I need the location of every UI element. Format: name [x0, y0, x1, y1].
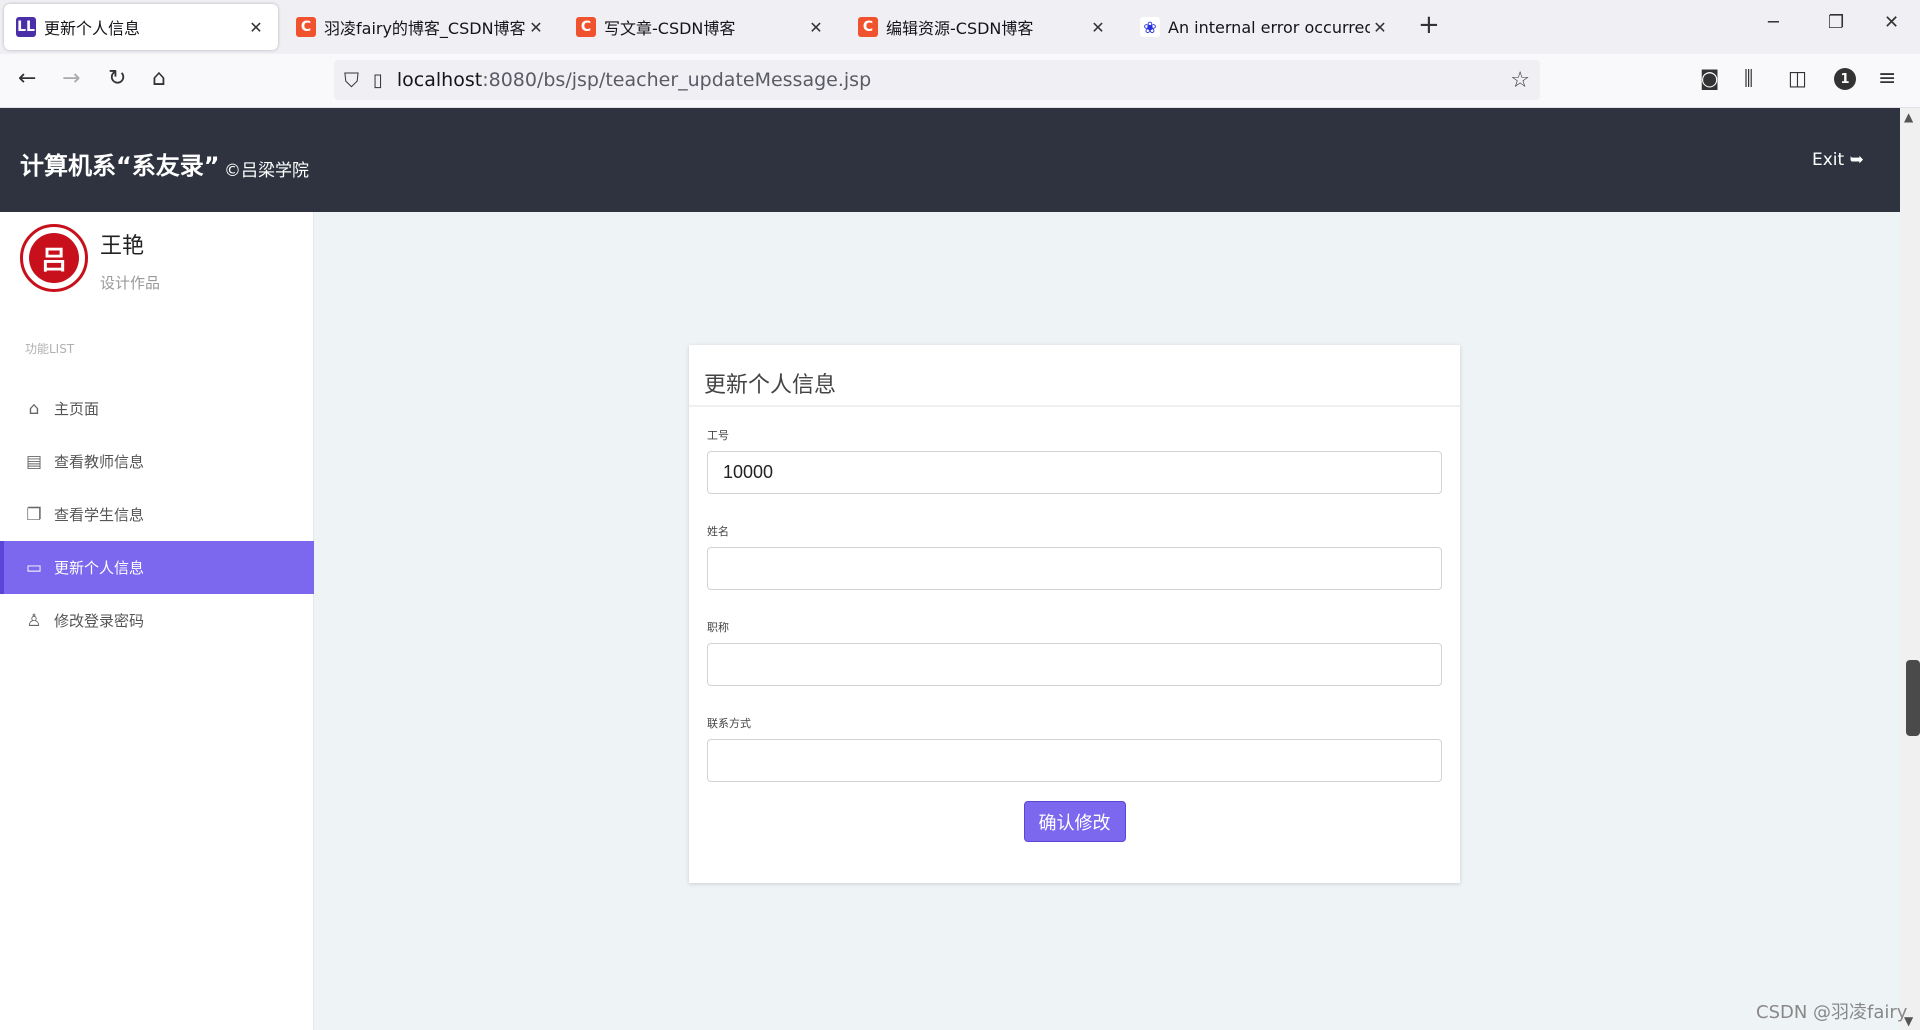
browser-tab-strip: LL 更新个人信息 ✕ C 羽凌fairy的博客_CSDN博客-计 ✕ C 写文…	[0, 0, 1920, 54]
minimize-icon[interactable]: ─	[1768, 12, 1779, 33]
browser-toolbar: ← → ↻ ⌂ ⛉ ▯ localhost:8080/bs/jsp/teache…	[0, 54, 1920, 108]
university-logo-icon: 吕	[29, 233, 79, 283]
sign-out-icon: ➥	[1849, 150, 1864, 170]
menu-icon[interactable]: ≡	[1878, 66, 1896, 91]
library-icon[interactable]: ⫼	[1744, 66, 1753, 90]
sidebar-item-label: 主页面	[54, 400, 100, 418]
close-icon[interactable]: ✕	[1370, 18, 1390, 37]
tab-title: 写文章-CSDN博客	[604, 19, 736, 38]
bookmark-star-icon[interactable]: ☆	[1510, 68, 1530, 93]
close-icon[interactable]: ✕	[806, 18, 826, 37]
sidebar-item-student-info[interactable]: ❐ 查看学生信息	[0, 488, 314, 541]
tab-internal-error[interactable]: ❀ An internal error occurred du ✕	[1128, 4, 1402, 50]
forward-arrow-icon[interactable]: →	[62, 66, 80, 91]
close-icon[interactable]: ✕	[1088, 18, 1108, 37]
user-icon: ♙	[26, 610, 42, 631]
tab-update-info[interactable]: LL 更新个人信息 ✕	[4, 4, 278, 50]
csdn-icon: C	[858, 17, 878, 37]
name-input[interactable]	[707, 547, 1442, 590]
tab-title: 更新个人信息	[44, 19, 141, 38]
card-title: 更新个人信息	[689, 345, 1460, 407]
employee-id-label: 工号	[707, 429, 729, 442]
job-title-input[interactable]	[707, 643, 1442, 686]
sidebar: 吕 王艳 设计作品 功能LIST ⌂ 主页面 ▤ 查看教师信息 ❐ 查看学生信息…	[0, 212, 314, 1030]
window-close-icon[interactable]: ✕	[1884, 12, 1899, 33]
tab-edit-resource[interactable]: C 编辑资源-CSDN博客 ✕	[846, 4, 1120, 50]
profile-badge-icon[interactable]: 1	[1834, 68, 1856, 90]
app-header: 计算机系“系友录” ©吕梁学院 Exit ➥	[0, 108, 1900, 212]
scroll-up-icon[interactable]: ▲	[1904, 110, 1913, 124]
home-icon: ⌂	[28, 398, 40, 419]
sidebar-item-label: 查看学生信息	[54, 506, 145, 524]
job-title-label: 职称	[707, 621, 729, 634]
name-label: 姓名	[707, 525, 729, 538]
exit-button[interactable]: Exit ➥	[1812, 150, 1864, 170]
cards-icon: ❐	[26, 504, 42, 525]
user-role: 设计作品	[100, 274, 161, 292]
sidebar-item-home[interactable]: ⌂ 主页面	[0, 382, 314, 435]
update-info-form: 工号 姓名 职称 联系方式 确认修改	[689, 407, 1460, 842]
home-icon[interactable]: ⌂	[152, 66, 166, 91]
brand-subtitle: ©吕梁学院	[224, 161, 309, 181]
sidebar-item-label: 查看教师信息	[54, 453, 145, 471]
close-icon[interactable]: ✕	[246, 18, 266, 37]
csdn-icon: C	[296, 17, 316, 37]
sidebar-menu: ⌂ 主页面 ▤ 查看教师信息 ❐ 查看学生信息 ▭ 更新个人信息 ♙ 修改登录密…	[0, 382, 314, 647]
submit-wrap: 确认修改	[707, 801, 1442, 842]
watermark: CSDN @羽凌fairy	[1756, 1002, 1908, 1023]
contact-input[interactable]	[707, 739, 1442, 782]
document-icon: ▤	[25, 451, 43, 472]
menu-section-title: 功能LIST	[25, 342, 75, 356]
tab-title: An internal error occurred du	[1168, 17, 1370, 37]
sidebar-item-label: 更新个人信息	[54, 559, 145, 577]
reload-icon[interactable]: ↻	[108, 66, 126, 91]
exit-label: Exit	[1812, 150, 1845, 170]
update-info-card: 更新个人信息 工号 姓名 职称 联系方式 确认修改	[689, 345, 1460, 883]
sidebar-item-update-info[interactable]: ▭ 更新个人信息	[0, 541, 314, 594]
sidebar-toggle-icon[interactable]: ◫	[1788, 66, 1807, 90]
avatar: 吕	[20, 224, 88, 292]
user-name: 王艳	[100, 234, 145, 259]
sidebar-item-teacher-info[interactable]: ▤ 查看教师信息	[0, 435, 314, 488]
tab-title: 编辑资源-CSDN博客	[886, 19, 1034, 38]
confirm-button[interactable]: 确认修改	[1023, 801, 1126, 842]
contact-label: 联系方式	[707, 717, 751, 730]
csdn-icon: C	[576, 17, 596, 37]
address-bar[interactable]: ⛉ ▯ localhost:8080/bs/jsp/teacher_update…	[334, 60, 1540, 100]
shield-icon[interactable]: ⛉	[344, 68, 359, 92]
sidebar-item-label: 修改登录密码	[54, 612, 145, 630]
tab-title: 羽凌fairy的博客_CSDN博客-计	[324, 19, 526, 38]
id-card-icon: ▭	[25, 557, 43, 578]
tab-csdn-blog[interactable]: C 羽凌fairy的博客_CSDN博客-计 ✕	[284, 4, 558, 50]
url-text[interactable]: localhost:8080/bs/jsp/teacher_updateMess…	[397, 69, 871, 91]
restore-icon[interactable]: ❐	[1828, 12, 1844, 33]
tab-write-article[interactable]: C 写文章-CSDN博客 ✕	[564, 4, 838, 50]
new-tab-button[interactable]: +	[1418, 10, 1440, 40]
site-logo-icon: LL	[16, 17, 36, 37]
sidebar-item-change-password[interactable]: ♙ 修改登录密码	[0, 594, 314, 647]
pocket-icon[interactable]: ◙	[1700, 66, 1719, 90]
back-arrow-icon[interactable]: ←	[18, 66, 36, 91]
brand-title: 计算机系“系友录”	[20, 152, 220, 180]
page-icon: ▯	[373, 69, 383, 91]
close-icon[interactable]: ✕	[526, 18, 546, 37]
page-scrollbar[interactable]: ▲ ▼	[1900, 108, 1920, 1030]
scroll-thumb[interactable]	[1906, 660, 1920, 736]
paw-icon: ❀	[1140, 17, 1160, 37]
employee-id-input[interactable]	[707, 451, 1442, 494]
